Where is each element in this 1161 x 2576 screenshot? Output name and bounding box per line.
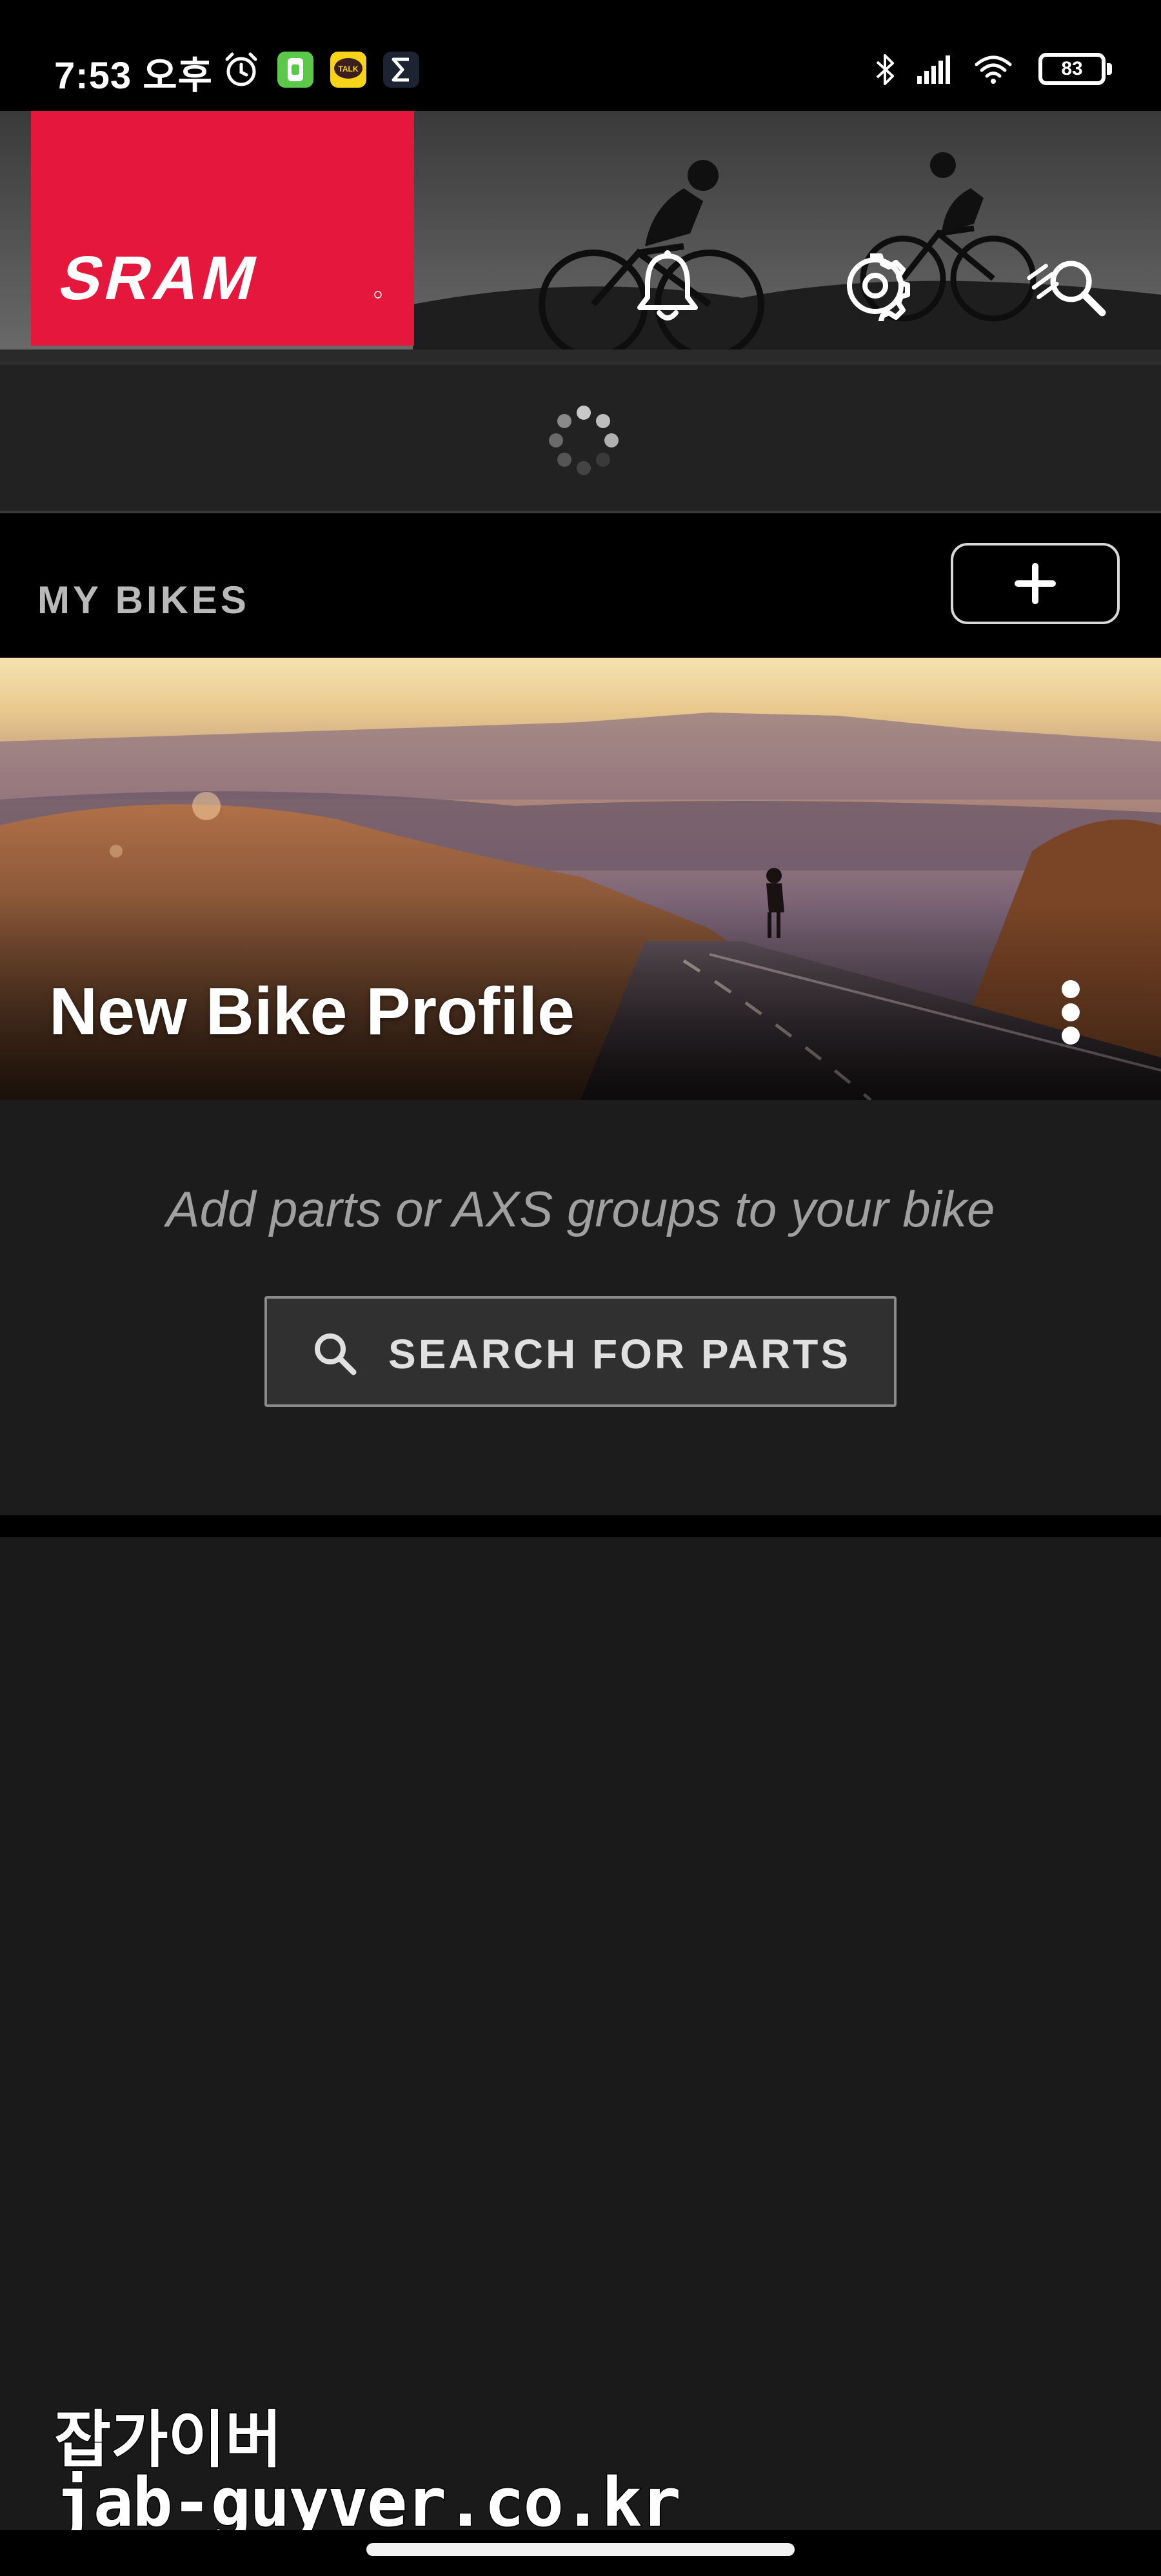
my-bikes-header: MY BIKES bbox=[0, 513, 1161, 658]
sram-logo: SRAM bbox=[31, 111, 414, 346]
alarm-clock-icon bbox=[225, 52, 257, 86]
brand-name: SRAM bbox=[53, 243, 268, 312]
bike-profile-card[interactable]: New Bike Profile Add parts or AXS groups… bbox=[0, 658, 1161, 1515]
notifications-button[interactable] bbox=[626, 244, 710, 328]
signal-icon bbox=[917, 55, 950, 84]
add-bike-button[interactable] bbox=[951, 543, 1120, 624]
battery-level: 83 bbox=[1061, 58, 1083, 79]
part-search-button[interactable] bbox=[1026, 244, 1109, 328]
app-header: SRAM bbox=[0, 111, 1161, 361]
sigma-icon bbox=[383, 52, 419, 88]
search-icon bbox=[315, 1333, 357, 1375]
plus-icon bbox=[1015, 563, 1056, 604]
battery-icon: 83 bbox=[1038, 53, 1112, 85]
wifi-icon bbox=[975, 55, 1012, 84]
touch-search-icon bbox=[1027, 261, 1106, 317]
my-bikes-title: MY BIKES bbox=[37, 578, 250, 622]
sram-wordmark-icon: SRAM bbox=[53, 243, 382, 313]
bike-banner: New Bike Profile bbox=[0, 658, 1161, 1100]
kakaotalk-icon: TALK bbox=[330, 52, 366, 88]
gear-icon bbox=[847, 253, 910, 321]
loading-spinner-icon bbox=[549, 406, 619, 475]
bluetooth-icon bbox=[876, 54, 894, 85]
section-divider bbox=[0, 1515, 1161, 1537]
search-for-parts-label: SEARCH FOR PARTS bbox=[388, 1331, 851, 1377]
add-parts-hint: Add parts or AXS groups to your bike bbox=[166, 1181, 995, 1237]
more-vertical-icon bbox=[1062, 980, 1080, 1045]
bike-profile-name: New Bike Profile bbox=[49, 974, 575, 1049]
bell-icon bbox=[637, 250, 698, 320]
status-time: 7:53 오후 bbox=[54, 55, 213, 97]
screen: 7:53 오후 TALK 83 SRAM MY BIKES New Bike P… bbox=[0, 0, 1161, 2576]
search-for-parts-button[interactable]: SEARCH FOR PARTS bbox=[264, 1296, 897, 1407]
status-bar: 7:53 오후 TALK 83 bbox=[0, 0, 1161, 111]
bike-options-menu-button[interactable] bbox=[1038, 961, 1103, 1064]
loading-indicator-bar bbox=[0, 361, 1161, 513]
home-indicator[interactable] bbox=[366, 2543, 795, 2556]
gesture-nav-bar bbox=[0, 2530, 1161, 2576]
settings-button[interactable] bbox=[833, 244, 917, 328]
kakaotalk-badge: TALK bbox=[338, 64, 358, 74]
green-app-icon bbox=[277, 52, 313, 88]
empty-content-area bbox=[0, 1537, 1161, 2530]
